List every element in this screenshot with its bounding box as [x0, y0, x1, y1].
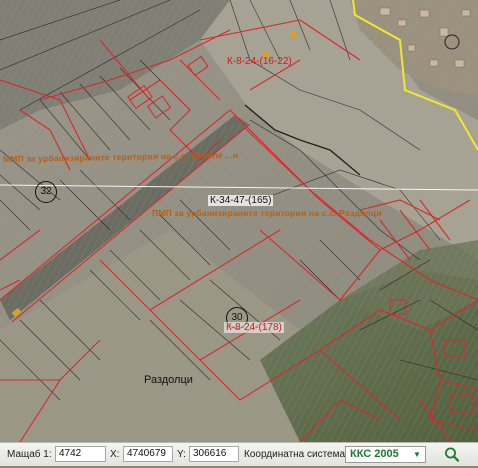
parcel-label-k24-mid: К-34-47-(165) [208, 195, 274, 206]
scale-label: Мащаб 1: [7, 449, 52, 460]
parcel-number-32: 32 [35, 181, 57, 203]
zone-label-lower: ПМП за урбанизираните територии на с.с. … [152, 208, 382, 218]
coordinate-system-select[interactable]: ККС 2005 ▼ [345, 446, 426, 463]
place-name-label: Раздолци [144, 374, 193, 386]
y-label: Y: [177, 449, 186, 460]
parcel-label-k24-low: К-8-24-(178) [224, 322, 284, 333]
x-label: X: [110, 449, 120, 460]
coordinate-system-label: Координатна система: [244, 449, 348, 460]
parcel-label-k24-top: К-8-24-(16-22) [227, 56, 292, 67]
scale-input[interactable]: 4742 [55, 446, 106, 462]
y-coordinate-field: 306616 [189, 446, 239, 462]
x-coordinate-field: 4740679 [123, 446, 173, 462]
search-icon[interactable] [443, 446, 461, 463]
coordinate-system-value: ККС 2005 [350, 448, 399, 460]
chevron-down-icon[interactable]: ▼ [410, 448, 424, 461]
map-canvas[interactable]: К-8-24-(16-22) ММП за урбанизираните тер… [0, 0, 478, 442]
status-bar: Мащаб 1: 4742 X: 4740679 Y: 306616 Коорд… [0, 442, 478, 466]
